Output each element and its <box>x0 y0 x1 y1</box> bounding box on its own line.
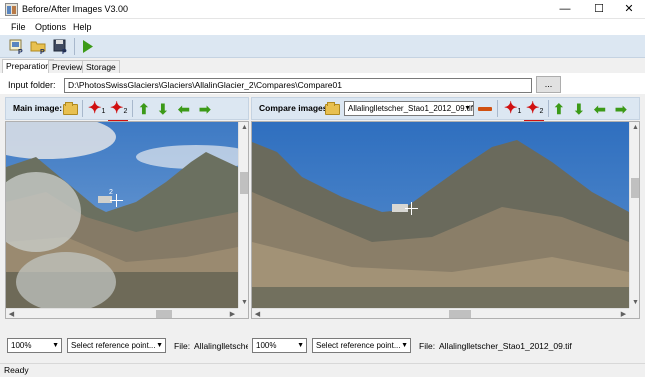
tab-storage[interactable]: Storage <box>82 60 120 73</box>
open-compare-images-icon[interactable] <box>325 102 340 115</box>
compare-zoom-value: 100% <box>256 341 277 350</box>
chevron-down-icon: ▼ <box>464 105 471 112</box>
main-horizontal-scrollbar[interactable]: ◀ ▶ <box>6 308 238 318</box>
arrow-down-icon[interactable]: ⬇ <box>573 102 585 116</box>
chevron-down-icon: ▼ <box>297 342 304 349</box>
save-project-icon[interactable]: P <box>52 38 70 56</box>
arrow-down-icon[interactable]: ⬇ <box>157 102 169 116</box>
compare-reference-point-value: Select reference point... <box>316 341 401 350</box>
arrow-up-icon[interactable]: ⬆ <box>553 102 565 116</box>
main-image <box>6 122 238 318</box>
app-icon <box>5 3 18 16</box>
arrow-up-icon[interactable]: ⬆ <box>138 102 150 116</box>
browse-button[interactable]: ... <box>536 76 561 93</box>
main-zoom-select[interactable]: 100% ▼ <box>7 338 62 353</box>
close-button[interactable]: ✕ <box>613 0 645 19</box>
main-toolbar: P P P <box>0 35 645 58</box>
toolbar-separator <box>74 38 75 55</box>
separator <box>82 100 83 117</box>
menu-help[interactable]: Help <box>73 22 92 32</box>
separator <box>548 100 549 117</box>
minimize-button[interactable]: — <box>549 0 581 19</box>
arrow-right-icon[interactable]: ➡ <box>199 102 211 116</box>
main-vertical-scrollbar[interactable]: ▲ ▼ <box>238 122 248 308</box>
scroll-up-icon[interactable]: ▲ <box>630 122 639 133</box>
set-marker-2-icon[interactable]: ✦ 2 <box>524 101 544 122</box>
maximize-button[interactable]: ☐ <box>583 0 615 19</box>
status-bar <box>0 363 645 377</box>
scroll-down-icon[interactable]: ▼ <box>239 297 248 308</box>
open-main-image-icon[interactable] <box>63 102 78 115</box>
reference-crosshair <box>405 202 418 215</box>
marker-1-number: 1 <box>517 108 522 115</box>
tab-preparation[interactable]: Preparation <box>2 59 54 73</box>
scroll-left-icon[interactable]: ◀ <box>6 309 17 318</box>
main-file-value: Allalinglletscher_ <box>194 341 248 351</box>
compare-file-value: Allalinglletscher_Stao1_2012_09.tif <box>439 341 572 351</box>
scroll-right-icon[interactable]: ▶ <box>227 309 238 318</box>
scroll-up-icon[interactable]: ▲ <box>239 122 248 133</box>
crosshair-label: 2 <box>109 189 113 196</box>
menu-bar: File Options Help <box>0 19 645 35</box>
scroll-right-icon[interactable]: ▶ <box>618 309 629 318</box>
scroll-thumb[interactable] <box>449 310 471 318</box>
set-marker-1-icon[interactable]: ✦ 1 <box>504 101 521 117</box>
set-marker-2-icon[interactable]: ✦ 2 <box>108 101 128 122</box>
input-folder-label: Input folder: <box>8 80 56 90</box>
tab-preview[interactable]: Preview <box>48 60 87 73</box>
compare-image-select[interactable]: Allalinglletscher_Stao1_2012_09.tif ▼ <box>344 101 474 116</box>
window-title: Before/After Images V3.00 <box>22 4 129 14</box>
scroll-down-icon[interactable]: ▼ <box>630 297 639 308</box>
scroll-left-icon[interactable]: ◀ <box>252 309 263 318</box>
menu-options[interactable]: Options <box>35 22 66 32</box>
chevron-down-icon: ▼ <box>401 342 408 349</box>
compare-image-select-value: Allalinglletscher_Stao1_2012_09.tif <box>348 104 473 113</box>
set-marker-1-icon[interactable]: ✦ 1 <box>88 101 105 117</box>
main-zoom-value: 100% <box>11 341 32 350</box>
arrow-left-icon[interactable]: ⬅ <box>178 102 190 116</box>
arrow-right-icon[interactable]: ➡ <box>615 102 627 116</box>
main-file-label: File: <box>174 341 191 351</box>
separator <box>132 100 133 117</box>
chevron-down-icon: ▼ <box>52 342 59 349</box>
scroll-thumb[interactable] <box>156 310 172 318</box>
scroll-thumb[interactable] <box>631 178 639 198</box>
chevron-down-icon: ▼ <box>156 342 163 349</box>
arrow-left-icon[interactable]: ⬅ <box>594 102 606 116</box>
menu-file[interactable]: File <box>11 22 26 32</box>
new-project-icon[interactable]: P <box>8 38 26 56</box>
compare-horizontal-scrollbar[interactable]: ◀ ▶ <box>252 308 629 318</box>
compare-image-pane[interactable]: ▲ ▼ ◀ ▶ <box>251 121 640 319</box>
separator <box>497 100 498 117</box>
marker-2-number: 2 <box>539 108 544 115</box>
remove-image-icon[interactable] <box>478 107 492 111</box>
open-project-icon[interactable]: P <box>30 38 48 56</box>
compare-zoom-select[interactable]: 100% ▼ <box>252 338 307 353</box>
compare-file-label: File: <box>419 341 436 351</box>
status-text: Ready <box>4 365 29 375</box>
tab-strip: Preparation Preview Storage <box>0 59 645 73</box>
compare-images-label: Compare images: <box>259 103 331 113</box>
scroll-thumb[interactable] <box>240 172 248 194</box>
main-reference-point-select[interactable]: Select reference point... ▼ <box>67 338 166 353</box>
svg-text:P: P <box>18 49 23 55</box>
main-image-pane[interactable]: 2 ▲ ▼ ◀ ▶ <box>5 121 249 319</box>
main-reference-point-value: Select reference point... <box>71 341 156 350</box>
svg-text:P: P <box>62 49 67 55</box>
compare-image <box>252 122 629 318</box>
marker-1-number: 1 <box>101 108 106 115</box>
main-image-label: Main image: <box>13 103 63 113</box>
svg-text:P: P <box>40 49 45 55</box>
compare-vertical-scrollbar[interactable]: ▲ ▼ <box>629 122 639 308</box>
run-icon[interactable] <box>79 38 97 55</box>
title-bar: Before/After Images V3.00 — ☐ ✕ <box>0 0 645 19</box>
compare-reference-point-select[interactable]: Select reference point... ▼ <box>312 338 411 353</box>
marker-2-number: 2 <box>123 108 128 115</box>
input-folder-field[interactable]: D:\PhotosSwissGlaciers\Glaciers\AllalinG… <box>64 78 532 93</box>
